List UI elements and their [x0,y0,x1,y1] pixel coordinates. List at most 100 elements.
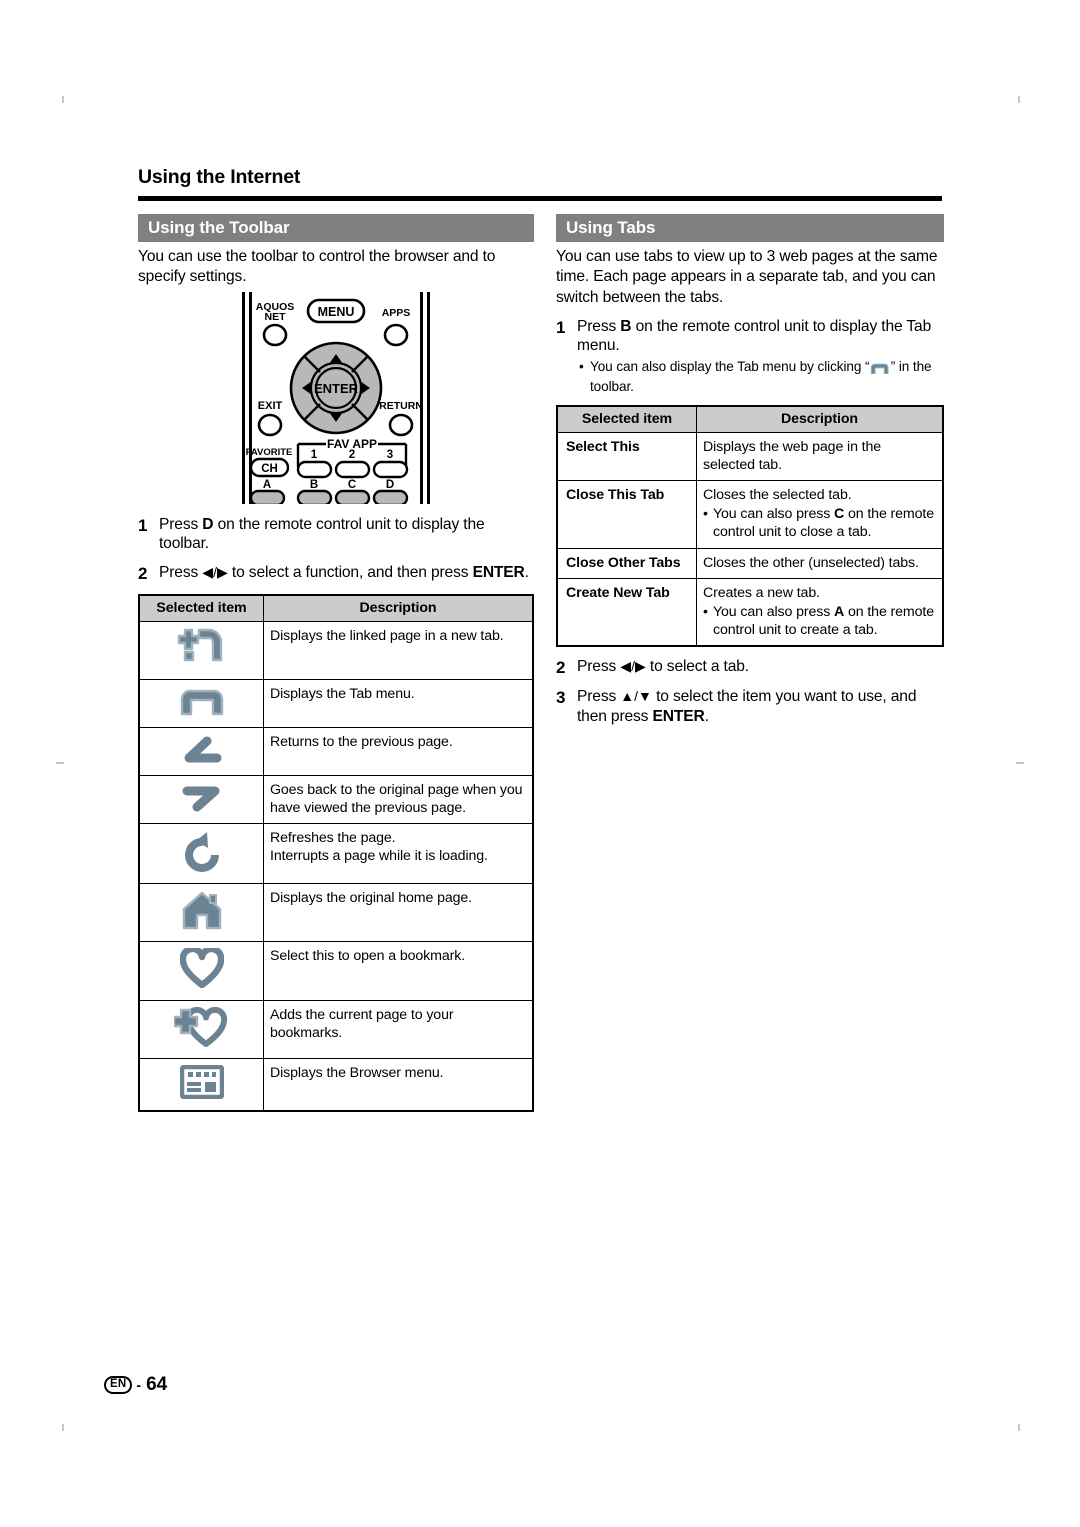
table-cell-description: Displays the Browser menu. [263,1057,534,1112]
add-bookmark-icon-cell [138,999,264,1059]
emphasis-text: B [620,317,632,335]
tabs-steps-bottom: 2 Press ◀/▶ to select a tab. 3 Press ▲/▼ to… [556,657,944,727]
new-tab-icon-cell [138,621,264,681]
table-row: Goes back to the original page when you … [138,775,534,825]
table-cell-line: Displays the Browser menu. [270,1064,444,1081]
svg-text:ENTER: ENTER [314,381,359,396]
emphasis-text: A [834,603,845,620]
table-cell-description: Goes back to the original page when you … [263,775,534,825]
table-cell-bullet-text: You can also press A on the remote contr… [713,603,934,638]
crop-mark-bottom-right [1018,1424,1020,1431]
table-row: Displays the original home page. [138,883,534,943]
numbered-step-1: 1 Press D on the remote control unit to d… [138,515,534,554]
step-text: Press D on the remote control unit to di… [159,515,485,553]
table-cell-description: Closes the other (unselected) tabs. [696,547,944,579]
home-icon [181,892,223,934]
remote-control-svg: AQUOS NET MENU APPS ENTER EXIT RETURN FA… [242,291,430,504]
table-cell-term: Close This Tab [556,480,697,549]
step-number: 3 [556,688,566,708]
table-cell-line: Refreshes the page. [270,830,396,847]
remote-control-illustration: AQUOS NET MENU APPS ENTER EXIT RETURN FA… [138,291,534,506]
step-bullet-text: You can also display the Tab menu by cli… [590,359,932,395]
table-cell-bullet-text: You can also press C on the remote contr… [713,506,934,541]
left-column: Using the Toolbar You can use the toolba… [138,214,534,1112]
table-cell-line: Select this to open a bookmark. [270,948,466,965]
table-header-selected-item: Selected item [138,594,264,623]
refresh-icon [182,832,222,876]
svg-text:CH: CH [261,463,278,475]
tab-menu-item-table: Selected item Description Select This Displ… [556,405,944,647]
table-row: Select This Displays the web page in the … [556,432,944,482]
crop-mark-top-left [62,96,64,103]
numbered-step-3: 3 Press ▲/▼ to select the item you want t… [556,687,944,726]
toolbar-steps: 1 Press D on the remote control unit to d… [138,515,534,585]
bullet-dot: • [703,506,708,523]
table-header-row: Selected item Description [556,405,944,434]
table-cell-description: Displays the linked page in a new tab. [263,621,534,681]
svg-text:C: C [348,479,356,491]
step-number: 2 [556,657,566,677]
header-rule [138,196,942,201]
svg-text:3: 3 [387,449,393,461]
table-cell-description: Refreshes the page. Interrupts a page whi… [263,823,534,885]
table-row: Create New Tab Creates a new tab. • You can… [556,577,944,647]
bookmark-heart-icon-cell [138,941,264,1001]
svg-text:A: A [263,479,271,491]
new-tab-icon [176,629,228,672]
table-cell-line: Creates a new tab. [703,584,820,601]
tabs-steps-top: 1 Press B on the remote control unit to d… [556,317,944,396]
svg-text:NET: NET [265,311,287,323]
crop-mark-bottom-left [62,1424,64,1431]
numbered-step-2: 2 Press ◀/▶ to select a tab. [556,657,944,678]
crop-mark-mid-right [1016,762,1024,764]
right-column: Using Tabs You can use tabs to view up t… [556,214,944,726]
table-cell-line: Closes the selected tab. [703,487,852,504]
table-row: Displays the Tab menu. [138,679,534,729]
svg-text:RETURN: RETURN [379,400,423,412]
back-arrow-icon [177,736,227,768]
table-cell-description: Displays the original home page. [263,883,534,943]
svg-text:FAVORITE: FAVORITE [246,447,293,458]
svg-text:EXIT: EXIT [258,400,283,412]
direction-arrow-glyph: ▲/▼ [620,688,652,705]
table-cell-term: Select This [556,432,697,482]
crop-mark-mid-left [56,762,64,764]
table-cell-line: Returns to the previous page. [270,734,453,751]
step-text: Press ◀/▶ to select a function, and then… [159,563,529,581]
svg-text:1: 1 [311,449,318,461]
svg-text:2: 2 [349,449,355,461]
tab-menu-icon [870,361,889,378]
browser-menu-icon-cell [138,1057,264,1112]
emphasis-text: ENTER [472,563,525,581]
table-cell-term: Close Other Tabs [556,547,697,579]
page-number: 64 [146,1374,168,1395]
table-row: Returns to the previous page. [138,727,534,777]
tab-menu-icon [179,690,225,720]
table-row: Displays the linked page in a new tab. [138,621,534,681]
table-header-selected-item: Selected item [556,405,697,434]
table-row: Displays the Browser menu. [138,1057,534,1112]
footer-separator: - [136,1377,142,1393]
step-text: Press ◀/▶ to select a tab. [577,657,749,675]
chapter-title: Using the Internet [138,166,301,188]
crop-mark-top-right [1018,96,1020,103]
step-bullet-list: • You can also display the Tab menu by cl… [577,358,944,395]
table-cell-line: Displays the linked page in a new tab. [270,628,504,645]
toolbar-function-table: Selected item Description Displays the lin… [138,594,534,1112]
step-number: 2 [138,563,148,583]
table-row: Select this to open a bookmark. [138,941,534,1001]
section-header-using-tabs: Using Tabs [556,214,944,243]
table-cell-line: Displays the Tab menu. [270,686,415,703]
add-bookmark-icon [172,1006,230,1051]
tabs-intro-text: You can use tabs to view up to 3 web pag… [556,248,938,306]
step-text: Press B on the remote control unit to di… [577,317,944,396]
table-row: Close This Tab Closes the selected tab. • Y… [556,480,944,549]
table-cell-line: Displays the original home page. [270,890,472,907]
table-cell-description: Displays the web page in the selected ta… [696,432,944,482]
table-cell-bullet: • You can also press A on the remote cont… [703,603,936,639]
tab-menu-icon-cell [138,679,264,729]
table-cell-line: Closes the other (unselected) tabs. [703,554,919,571]
numbered-step-2: 2 Press ◀/▶ to select a function, and the… [138,563,534,584]
table-header-description: Description [263,594,534,623]
table-cell-description: Returns to the previous page. [263,727,534,777]
